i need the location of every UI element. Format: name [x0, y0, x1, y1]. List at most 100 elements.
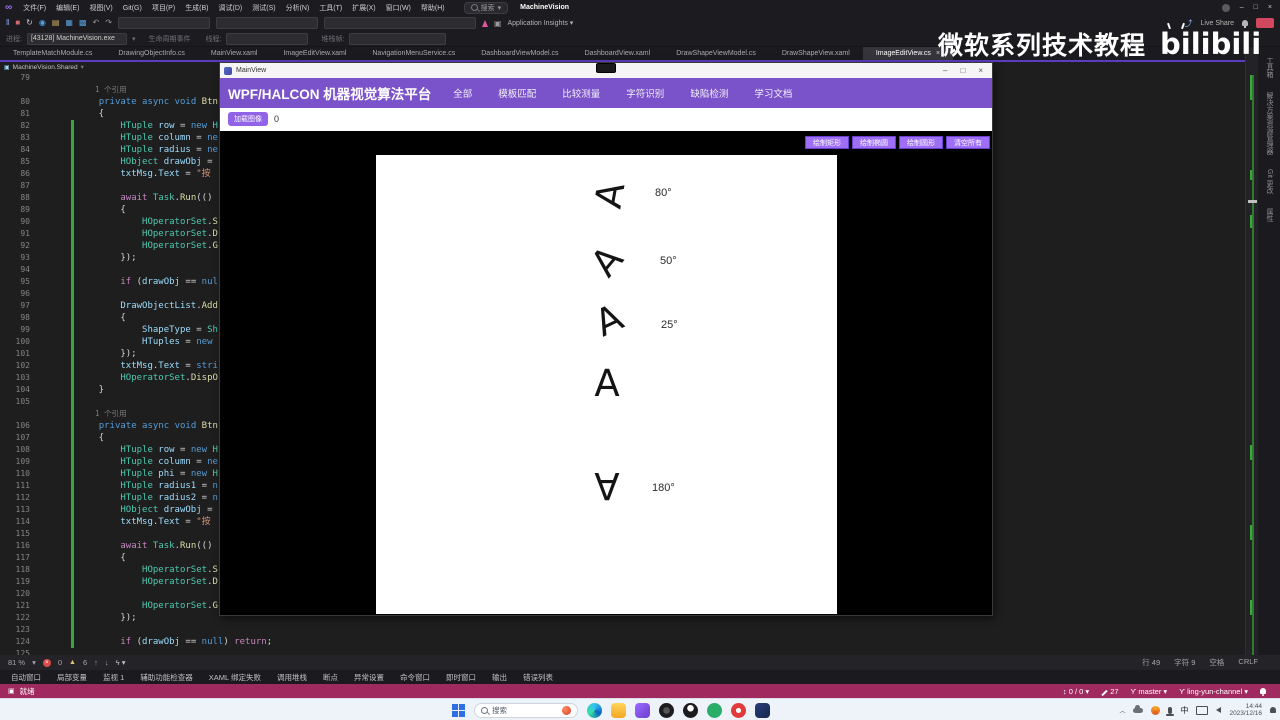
panel-tab-即时窗口[interactable]: 即时窗口	[439, 672, 483, 683]
wechat-icon[interactable]	[707, 703, 722, 718]
zoom-level[interactable]: 81 %	[8, 658, 25, 667]
window-layout-icon[interactable]: ▣	[494, 19, 502, 28]
menu-item-11[interactable]: 扩展(X)	[347, 5, 380, 12]
app-minimize-button[interactable]: –	[943, 66, 947, 75]
minimize-button[interactable]: –	[1240, 4, 1244, 11]
prev-issue-icon[interactable]: ↑	[94, 658, 98, 667]
recorder-app-icon[interactable]	[659, 703, 674, 718]
notifications-bell-icon[interactable]	[1260, 688, 1266, 694]
sync-status[interactable]: ↕ 0 / 0 ▾	[1063, 687, 1089, 696]
maximize-button[interactable]: □	[1254, 4, 1258, 11]
side-tab-Git 更改[interactable]: Git 更改	[1264, 169, 1274, 194]
menu-item-10[interactable]: 工具(T)	[314, 5, 347, 12]
next-issue-icon[interactable]: ↓	[105, 658, 109, 667]
thread-combobox[interactable]	[226, 33, 308, 45]
open-folder-icon[interactable]: ▤	[52, 19, 60, 27]
account-avatar[interactable]	[1222, 4, 1230, 12]
warning-icon[interactable]: ▲	[69, 659, 76, 666]
search-solution-combobox[interactable]	[118, 17, 210, 29]
microphone-icon[interactable]	[1168, 707, 1172, 714]
tab-DrawShapeViewModel.cs[interactable]: DrawShapeViewModel.cs	[663, 47, 769, 60]
capture-app-icon[interactable]	[755, 703, 770, 718]
code-line[interactable]: 123	[0, 624, 1245, 636]
menu-item-7[interactable]: 调试(D)	[214, 5, 248, 12]
button-绘制矩形[interactable]: 绘制矩形	[805, 136, 849, 149]
nav-item-字符识别[interactable]: 字符识别	[626, 86, 664, 100]
configuration-combobox[interactable]	[216, 17, 318, 29]
error-count[interactable]: 0	[58, 658, 62, 667]
show-output-icon[interactable]: ◉	[39, 19, 46, 27]
save-icon[interactable]: ▦	[65, 19, 73, 27]
file-explorer-icon[interactable]	[611, 703, 626, 718]
menu-item-8[interactable]: 测试(S)	[247, 5, 280, 12]
button-绘制椭圆[interactable]: 绘制椭圆	[852, 136, 896, 149]
pause-icon[interactable]: ‖	[6, 19, 9, 27]
menu-item-1[interactable]: 文件(F)	[18, 5, 51, 12]
errors-icon[interactable]: ×	[43, 659, 51, 667]
tab-MainView.xaml[interactable]: MainView.xaml	[198, 47, 271, 60]
panel-tab-断点[interactable]: 断点	[316, 672, 345, 683]
tab-DrawShapeView.xaml[interactable]: DrawShapeView.xaml	[769, 47, 863, 60]
download-app-icon[interactable]	[1151, 706, 1160, 715]
panel-tab-输出[interactable]: 输出	[485, 672, 514, 683]
button-绘制圆形[interactable]: 绘制圆形	[899, 136, 943, 149]
panel-tab-自动窗口[interactable]: 自动窗口	[4, 672, 48, 683]
panel-tab-错误列表[interactable]: 错误列表	[516, 672, 560, 683]
menu-item-6[interactable]: 生成(B)	[180, 5, 213, 12]
hot-reload-icon[interactable]: ϟ ▾	[116, 658, 126, 667]
stop-icon[interactable]: ■	[15, 19, 20, 27]
button-清空所有[interactable]: 清空所有	[946, 136, 990, 149]
tab-TemplateMatchModule.cs[interactable]: TemplateMatchModule.cs	[0, 47, 105, 60]
qq-icon[interactable]	[683, 703, 698, 718]
tab-DashboardView.xaml[interactable]: DashboardView.xaml	[572, 47, 664, 60]
nav-item-学习文档[interactable]: 学习文档	[754, 86, 792, 100]
panel-tab-监视 1[interactable]: 监视 1	[96, 672, 131, 683]
app-insights-button[interactable]: Application Insights ▾	[508, 19, 574, 27]
menu-item-12[interactable]: 窗口(W)	[381, 5, 416, 12]
save-all-icon[interactable]: ▩	[79, 19, 87, 27]
tray-notifications-icon[interactable]	[1270, 707, 1276, 713]
restart-icon[interactable]: ↻	[26, 19, 33, 27]
tab-NavigationMenuService.cs[interactable]: NavigationMenuService.cs	[359, 47, 468, 60]
panel-tab-局部变量[interactable]: 局部变量	[50, 672, 94, 683]
panel-tab-XAML 绑定失败[interactable]: XAML 绑定失败	[202, 672, 268, 683]
ide-search-box[interactable]: 搜索 ▾	[464, 2, 509, 14]
nav-item-模板匹配[interactable]: 模板匹配	[498, 86, 536, 100]
scrollbar-thumb[interactable]	[1248, 200, 1257, 203]
pending-edits[interactable]: 27	[1101, 687, 1118, 696]
start-button[interactable]	[452, 704, 465, 717]
cloud-sync-icon[interactable]	[1133, 708, 1143, 713]
nav-item-比较测量[interactable]: 比较测量	[562, 86, 600, 100]
code-line[interactable]: 125	[0, 648, 1245, 655]
xaml-hot-reload-icon[interactable]	[482, 20, 488, 27]
app-maximize-button[interactable]: □	[960, 66, 965, 75]
app-close-button[interactable]: ×	[978, 66, 983, 75]
editor-scrollbar[interactable]	[1245, 47, 1259, 655]
search-highlights-icon[interactable]	[562, 706, 571, 715]
stack-frame-combobox[interactable]	[349, 33, 446, 45]
image-canvas[interactable]: A80°A50°A25°AA180°	[376, 155, 837, 614]
display-icon[interactable]	[1196, 706, 1208, 715]
side-tab-解决方案资源管理器[interactable]: 解决方案资源管理器	[1264, 92, 1274, 155]
side-tab-工具箱[interactable]: 工具箱	[1264, 57, 1274, 78]
tab-ImageEditView.xaml[interactable]: ImageEditView.xaml	[270, 47, 359, 60]
ime-indicator[interactable]: 中	[1180, 705, 1188, 716]
process-combobox[interactable]: [43128] MachineVision.exe	[27, 33, 127, 45]
repo-selector[interactable]: ϒ ling-yun-channel ▾	[1179, 687, 1248, 696]
menu-item-2[interactable]: 编辑(E)	[51, 5, 84, 12]
menu-item-5[interactable]: 项目(P)	[147, 5, 180, 12]
load-image-button[interactable]: 加载图像	[228, 112, 268, 126]
code-line[interactable]: 124 if (drawObj == null) return;	[0, 636, 1245, 648]
menu-item-9[interactable]: 分析(N)	[281, 5, 315, 12]
menu-item-3[interactable]: 视图(V)	[84, 5, 117, 12]
menu-item-4[interactable]: Git(G)	[118, 5, 147, 12]
panel-tab-命令窗口[interactable]: 命令窗口	[393, 672, 437, 683]
warning-count[interactable]: 6	[83, 658, 87, 667]
undo-icon[interactable]: ↶	[93, 19, 100, 27]
taskbar-clock[interactable]: 14:442023/12/16	[1229, 703, 1262, 717]
dock-handle[interactable]	[596, 63, 616, 73]
branch-selector[interactable]: ϒ master ▾	[1131, 687, 1168, 696]
redo-icon[interactable]: ↷	[105, 19, 112, 27]
lifecycle-events-button[interactable]: 生命周期事件	[148, 34, 190, 44]
screen-record-icon[interactable]	[731, 703, 746, 718]
